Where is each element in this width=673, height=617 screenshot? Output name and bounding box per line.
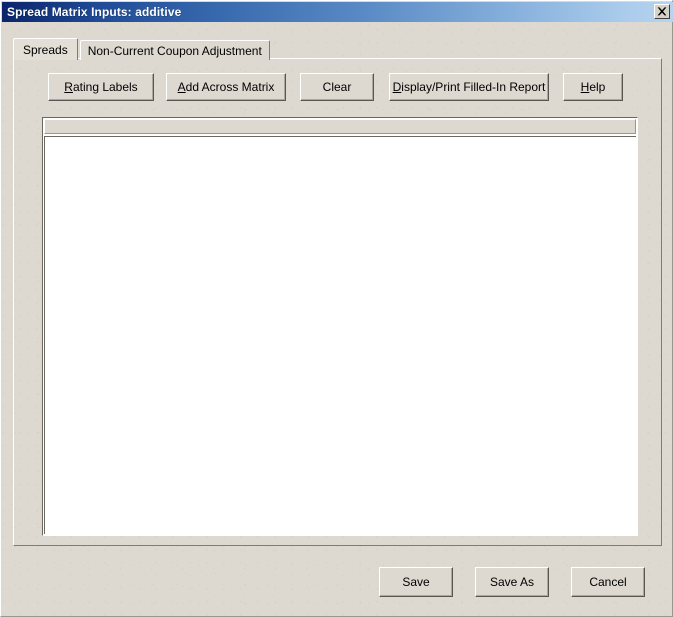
display-print-accel: D	[392, 80, 402, 94]
save-label: Save	[402, 575, 430, 589]
cancel-button[interactable]: Cancel	[571, 567, 645, 597]
help-button[interactable]: Help	[563, 73, 623, 101]
tab-non-current-coupon-adjustment-label: Non-Current Coupon Adjustment	[87, 43, 262, 58]
add-across-matrix-label: dd Across Matrix	[185, 80, 275, 94]
rating-labels-label: ating Labels	[72, 80, 138, 94]
save-as-label: Save As	[489, 575, 535, 589]
add-across-matrix-button[interactable]: Add Across Matrix	[166, 73, 286, 101]
help-label: elp	[589, 80, 606, 94]
grid-column-header[interactable]	[44, 119, 636, 134]
rating-labels-button[interactable]: Rating Labels	[48, 73, 154, 101]
display-print-filled-in-report-button[interactable]: Display/Print Filled-In Report	[389, 73, 549, 101]
dialog-window: Spread Matrix Inputs: additive Spreads N…	[0, 0, 673, 617]
close-button[interactable]	[654, 4, 670, 19]
add-across-matrix-accel: A	[177, 80, 186, 94]
save-button[interactable]: Save	[379, 567, 453, 597]
clear-label: Clear	[322, 80, 352, 94]
tab-spreads-label: Spreads	[23, 42, 68, 57]
tab-non-current-coupon-adjustment[interactable]: Non-Current Coupon Adjustment	[79, 40, 270, 60]
save-as-button[interactable]: Save As	[475, 567, 549, 597]
close-icon	[657, 7, 667, 16]
cancel-label: Cancel	[589, 575, 627, 589]
window-title: Spread Matrix Inputs: additive	[7, 5, 182, 19]
rating-labels-accel: R	[64, 80, 73, 94]
clear-button[interactable]: Clear	[300, 73, 374, 101]
display-print-label: isplay/Print Filled-In Report	[401, 80, 546, 94]
grid-body[interactable]	[44, 136, 636, 534]
tab-spreads[interactable]: Spreads	[13, 38, 78, 60]
help-accel: H	[580, 80, 590, 94]
title-bar[interactable]: Spread Matrix Inputs: additive	[2, 2, 673, 22]
spread-matrix-grid[interactable]	[42, 117, 638, 536]
tab-strip: Spreads Non-Current Coupon Adjustment	[13, 38, 270, 60]
